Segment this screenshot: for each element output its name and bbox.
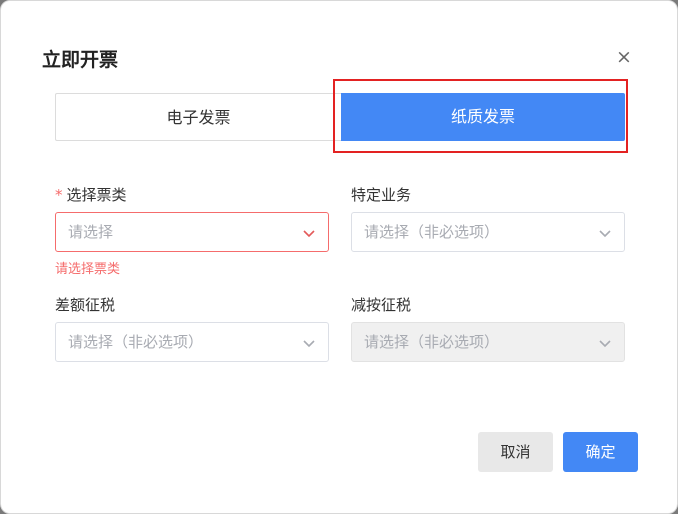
- special-business-select[interactable]: 请选择（非必选项）: [351, 212, 625, 252]
- tab-paper-invoice[interactable]: 纸质发票: [341, 93, 625, 141]
- ticket-type-label-text: 选择票类: [66, 186, 127, 204]
- chevron-down-icon: [303, 340, 315, 348]
- invoice-dialog: 立即开票 × 电子发票 纸质发票 * 选择票类 请选择 请选择票类 特定业务 请选…: [0, 0, 678, 514]
- reduced-tax-select: 请选择（非必选项）: [351, 322, 625, 362]
- ticket-type-placeholder: 请选择: [68, 223, 114, 241]
- reduced-tax-placeholder: 请选择（非必选项）: [364, 333, 500, 351]
- ticket-type-error: 请选择票类: [55, 262, 121, 277]
- reduced-tax-label: 减按征税: [351, 296, 412, 314]
- differential-tax-select[interactable]: 请选择（非必选项）: [55, 322, 329, 362]
- close-icon[interactable]: ×: [613, 46, 635, 68]
- chevron-down-icon: [303, 230, 315, 238]
- special-business-label: 特定业务: [351, 186, 412, 204]
- differential-tax-label: 差额征税: [55, 296, 116, 314]
- required-mark: *: [55, 186, 63, 204]
- cancel-button[interactable]: 取消: [478, 432, 553, 472]
- ticket-type-label: * 选择票类: [55, 184, 127, 205]
- differential-tax-placeholder: 请选择（非必选项）: [68, 333, 204, 351]
- confirm-button[interactable]: 确定: [563, 432, 638, 472]
- chevron-down-icon: [599, 230, 611, 238]
- tab-electronic-invoice[interactable]: 电子发票: [55, 93, 341, 141]
- special-business-placeholder: 请选择（非必选项）: [364, 223, 500, 241]
- chevron-down-icon: [599, 340, 611, 348]
- dialog-title: 立即开票: [42, 49, 119, 71]
- ticket-type-select[interactable]: 请选择: [55, 212, 329, 252]
- invoice-type-switch: 电子发票 纸质发票: [55, 93, 625, 141]
